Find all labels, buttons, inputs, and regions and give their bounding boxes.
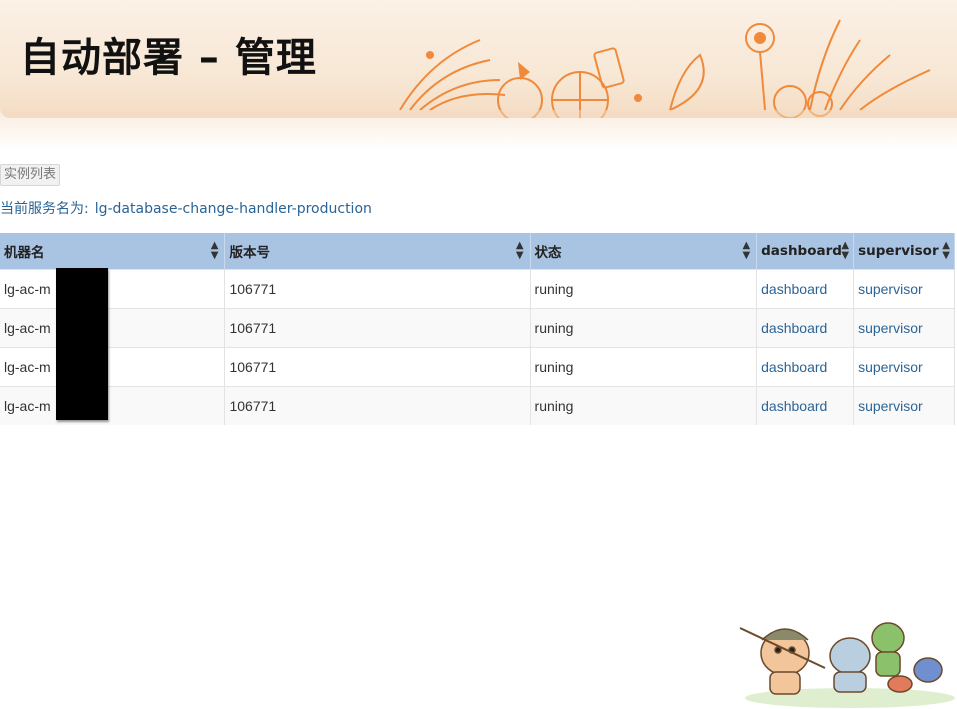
dashboard-link[interactable]: dashboard	[761, 281, 827, 297]
column-header-dashboard[interactable]: dashboard ▲︎ ▼︎	[756, 233, 855, 270]
slide-title: 自动部署 – 管理	[20, 35, 317, 81]
current-service-line: 当前服务名为: lg-database-change-handler-produc…	[0, 198, 372, 218]
supervisor-cell: supervisor	[853, 308, 955, 348]
slide-header-banner: 自动部署 – 管理	[0, 0, 957, 118]
version-cell: 106771	[224, 308, 531, 348]
status-cell: runing	[530, 347, 758, 387]
supervisor-link[interactable]: supervisor	[858, 281, 923, 297]
dashboard-link[interactable]: dashboard	[761, 320, 827, 336]
sort-icon[interactable]: ▲︎ ▼︎	[742, 241, 750, 261]
column-header-supervisor[interactable]: supervisor ▲︎ ▼︎	[853, 233, 955, 270]
column-header-hostname[interactable]: 机器名 ▲︎ ▼︎	[0, 233, 226, 270]
sort-icon[interactable]: ▲︎ ▼︎	[516, 241, 524, 261]
table-row: lg-ac-m 106771 runing dashboard supervis…	[0, 347, 955, 387]
hostname-cell: lg-ac-m	[0, 347, 226, 387]
banner-fade	[0, 110, 957, 150]
hostname-cell: lg-ac-m	[0, 386, 226, 425]
instance-table: 机器名 ▲︎ ▼︎ 版本号 ▲︎ ▼︎ 状态 ▲︎ ▼︎ dashboard ▲︎ ▼︎ sup…	[0, 233, 955, 425]
supervisor-link[interactable]: supervisor	[858, 359, 923, 375]
column-header-status[interactable]: 状态 ▲︎ ▼︎	[530, 233, 758, 270]
status-cell: runing	[530, 269, 758, 309]
version-cell: 106771	[224, 386, 531, 425]
hostname-cell: lg-ac-m	[0, 308, 226, 348]
column-header-version[interactable]: 版本号 ▲︎ ▼︎	[224, 233, 531, 270]
status-cell: runing	[530, 308, 758, 348]
table-row: lg-ac-m 106771 runing dashboard supervis…	[0, 386, 955, 425]
supervisor-link[interactable]: supervisor	[858, 398, 923, 414]
supervisor-link[interactable]: supervisor	[858, 320, 923, 336]
decorative-flowers-illustration	[399, 19, 931, 118]
table-row: lg-ac-m 106771 runing dashboard supervis…	[0, 269, 955, 309]
dashboard-cell: dashboard	[756, 347, 855, 387]
instance-list-button[interactable]: 实例列表	[0, 164, 61, 186]
supervisor-cell: supervisor	[853, 269, 955, 309]
hostname-cell: lg-ac-m	[0, 269, 226, 309]
table-row: lg-ac-m 106771 runing dashboard supervis…	[0, 308, 955, 348]
dashboard-cell: dashboard	[756, 269, 855, 309]
dashboard-link[interactable]: dashboard	[761, 398, 827, 414]
version-cell: 106771	[224, 269, 531, 309]
dashboard-link[interactable]: dashboard	[761, 359, 827, 375]
sort-icon[interactable]: ▲︎ ▼︎	[841, 241, 849, 261]
mascot-illustration	[739, 622, 955, 708]
service-name: lg-database-change-handler-production	[94, 201, 372, 217]
dashboard-cell: dashboard	[756, 386, 855, 425]
version-cell: 106771	[224, 347, 531, 387]
status-cell: runing	[530, 386, 758, 425]
service-prefix: 当前服务名为:	[0, 201, 89, 217]
table-header-row: 机器名 ▲︎ ▼︎ 版本号 ▲︎ ▼︎ 状态 ▲︎ ▼︎ dashboard ▲︎ ▼︎ sup…	[0, 233, 955, 270]
dashboard-cell: dashboard	[756, 308, 855, 348]
sort-icon[interactable]: ▲︎ ▼︎	[211, 241, 219, 261]
redaction-block	[56, 268, 108, 420]
supervisor-cell: supervisor	[853, 386, 955, 425]
sort-icon[interactable]: ▲︎ ▼︎	[942, 241, 950, 261]
supervisor-cell: supervisor	[853, 347, 955, 387]
